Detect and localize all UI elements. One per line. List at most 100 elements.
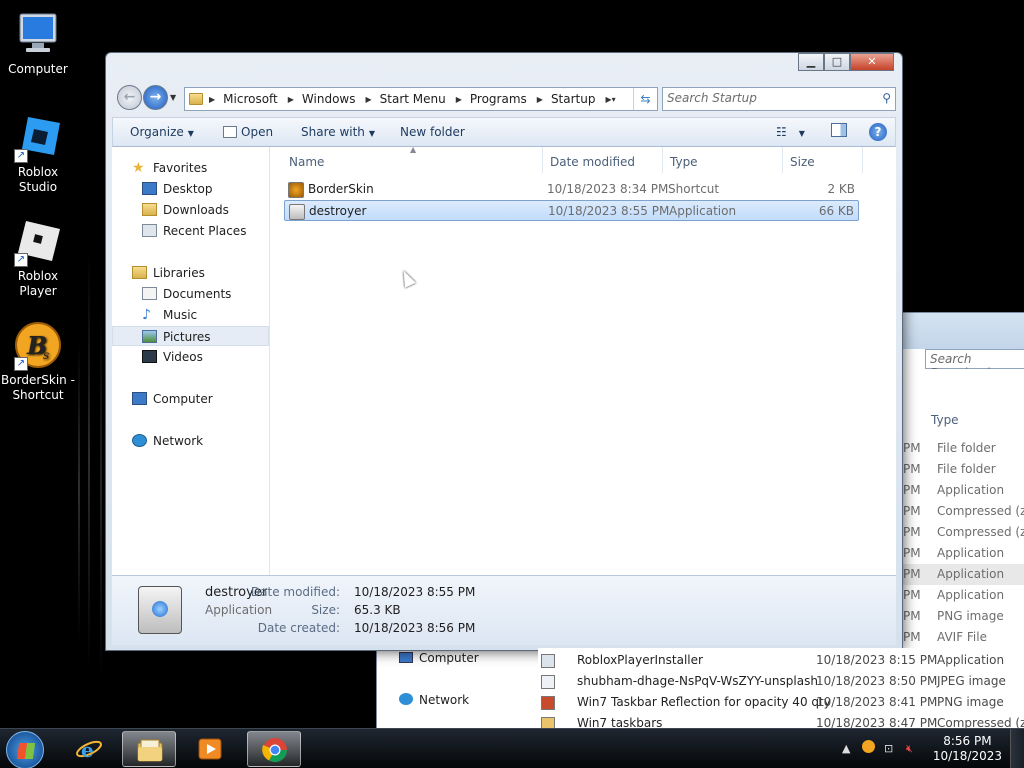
recent-pages-dropdown[interactable]: ▼ [170, 93, 176, 102]
videos-icon [142, 350, 157, 363]
column-header-date-modified[interactable]: Date modified [550, 155, 635, 169]
file-row-destroyer[interactable]: destroyer 10/18/2023 8:55 PM Application… [284, 200, 859, 221]
chrome-icon [262, 738, 287, 763]
explorer-window-startup[interactable]: ▁ □ ✕ ← → ▼ ▶ Microsoft ▶ Windows ▶ Star… [105, 52, 903, 651]
new-folder-button[interactable]: New folder [400, 125, 465, 139]
maximize-button[interactable]: □ [824, 53, 850, 71]
minimize-button[interactable]: ▁ [798, 53, 824, 71]
volume-muted-icon[interactable]: 🔇︎ [906, 742, 913, 756]
open-button[interactable]: Open [223, 125, 273, 139]
column-header-type[interactable]: Type [931, 413, 959, 427]
breadcrumb-windows[interactable]: Windows [302, 92, 356, 106]
nav-item-computer[interactable]: Computer [112, 389, 269, 409]
image-file-icon [541, 696, 555, 710]
chevron-right-icon[interactable]: ▶ [209, 95, 215, 104]
chevron-right-icon[interactable]: ▶ [366, 95, 372, 104]
nav-item-pictures[interactable]: Pictures [112, 326, 269, 346]
chevron-down-icon: ▼ [798, 129, 805, 138]
list-item[interactable]: shubham-dhage-NsPqV-WsZYY-unsplash 10/18… [538, 671, 1024, 692]
desktop-icon-roblox-player[interactable]: ↗ Roblox Player [0, 217, 76, 299]
time-suffix: PM [903, 609, 921, 623]
nav-item-computer[interactable]: Computer [399, 651, 479, 665]
breadcrumb-startup[interactable]: Startup [551, 92, 596, 106]
list-item[interactable]: PM Application [903, 564, 1024, 585]
help-icon[interactable]: ? [869, 123, 887, 141]
clock[interactable]: 8:56 PM 10/18/2023 [933, 734, 1002, 764]
change-view-button[interactable]: ☷ ▼ [776, 125, 805, 139]
list-item[interactable]: PM Compressed (zip [903, 522, 1024, 543]
nav-item-videos[interactable]: Videos [112, 347, 269, 367]
list-item[interactable]: RobloxPlayerInstaller 10/18/2023 8:15 PM… [538, 650, 1024, 671]
breadcrumb-microsoft[interactable]: Microsoft [223, 92, 278, 106]
chevron-right-icon[interactable]: ▶ [288, 95, 294, 104]
search-icon[interactable]: ⚲ [882, 91, 891, 105]
svg-text:e: e [81, 738, 94, 762]
column-divider[interactable] [542, 147, 543, 173]
taskbar-media-player[interactable] [183, 731, 237, 767]
downloads-search-input[interactable]: Search Downloads [925, 349, 1024, 380]
nav-item-libraries[interactable]: Libraries [112, 263, 269, 283]
search-input[interactable]: Search Startup ⚲ [662, 87, 896, 111]
refresh-icon[interactable]: ⇆ [633, 88, 657, 110]
nav-item-desktop[interactable]: Desktop [112, 179, 269, 199]
list-item[interactable]: PM PNG image [903, 606, 1024, 627]
close-button[interactable]: ✕ [850, 53, 894, 71]
show-hidden-icons-icon[interactable]: ▲ [842, 742, 850, 755]
chevron-right-icon[interactable]: ▶ [537, 95, 543, 104]
list-item[interactable]: PM Application [903, 585, 1024, 606]
column-header-type[interactable]: Type [670, 155, 698, 169]
list-item[interactable]: PM AVIF File [903, 627, 1024, 648]
desktop-icon-label: Roblox Studio [17, 165, 59, 194]
organize-button[interactable]: Organize ▼ [130, 125, 194, 139]
desktop-icon [142, 182, 157, 195]
nav-item-documents[interactable]: Documents [112, 284, 269, 304]
taskbar-chrome[interactable] [247, 731, 301, 767]
time-suffix: PM [903, 525, 921, 539]
chevron-right-icon[interactable]: ▶▾ [605, 95, 615, 104]
file-list: ▲ Name Date modified Type Size BorderSki… [270, 145, 896, 575]
column-divider[interactable] [662, 147, 663, 173]
list-item[interactable]: PM Compressed (zip [903, 501, 1024, 522]
column-divider[interactable] [782, 147, 783, 173]
back-button[interactable]: ← [117, 85, 142, 110]
preview-pane-icon[interactable] [831, 123, 847, 137]
sort-ascending-icon: ▲ [410, 145, 417, 154]
show-desktop-button[interactable] [1010, 729, 1024, 768]
breadcrumb-programs[interactable]: Programs [470, 92, 527, 106]
desktop-icon-computer[interactable]: Computer [0, 10, 76, 77]
nav-item-music[interactable]: ♪ Music [112, 305, 269, 325]
list-item[interactable]: PM Application [903, 543, 1024, 564]
breadcrumb-start-menu[interactable]: Start Menu [380, 92, 446, 106]
time-suffix: PM [903, 441, 921, 455]
time-suffix: PM [903, 546, 921, 560]
nav-item-network[interactable]: Network [399, 693, 469, 707]
borderskin-tray-icon[interactable] [862, 740, 875, 753]
column-header-size[interactable]: Size [790, 155, 815, 169]
start-button[interactable] [6, 731, 44, 768]
file-type: AVIF File [937, 630, 987, 644]
list-item[interactable]: PM File folder [903, 459, 1024, 480]
address-bar[interactable]: ▶ Microsoft ▶ Windows ▶ Start Menu ▶ Pro… [184, 87, 658, 111]
list-item[interactable]: Win7 Taskbar Reflection for opacity 40 q… [538, 692, 1024, 713]
nav-item-favorites[interactable]: ★ Favorites [112, 158, 269, 178]
nav-item-network[interactable]: Network [112, 431, 269, 451]
taskbar-internet-explorer[interactable]: e [62, 731, 116, 767]
chevron-right-icon[interactable]: ▶ [456, 95, 462, 104]
file-row-borderskin[interactable]: BorderSkin 10/18/2023 8:34 PM Shortcut 2… [284, 179, 859, 200]
desktop-icon-roblox-studio[interactable]: ↗ Roblox Studio [0, 113, 76, 195]
list-item[interactable]: PM File folder [903, 438, 1024, 459]
share-with-button[interactable]: Share with ▼ [301, 125, 375, 139]
column-divider[interactable] [862, 147, 863, 173]
column-header-name[interactable]: Name [289, 155, 324, 169]
shortcut-icon [288, 182, 304, 198]
network-status-icon[interactable]: ⊡ [884, 742, 893, 755]
nav-item-downloads[interactable]: Downloads [112, 200, 269, 220]
list-item[interactable]: PM Application [903, 480, 1024, 501]
network-icon [132, 434, 147, 447]
taskbar-windows-explorer[interactable] [122, 731, 176, 767]
file-type: Compressed (zip [937, 525, 1024, 539]
desktop-icon-borderskin-shortcut[interactable]: Bs ↗ BorderSkin - Shortcut [0, 321, 76, 403]
forward-button[interactable]: → [143, 85, 168, 110]
roblox-player-icon: ↗ [14, 217, 62, 267]
nav-item-recent-places[interactable]: Recent Places [112, 221, 269, 241]
